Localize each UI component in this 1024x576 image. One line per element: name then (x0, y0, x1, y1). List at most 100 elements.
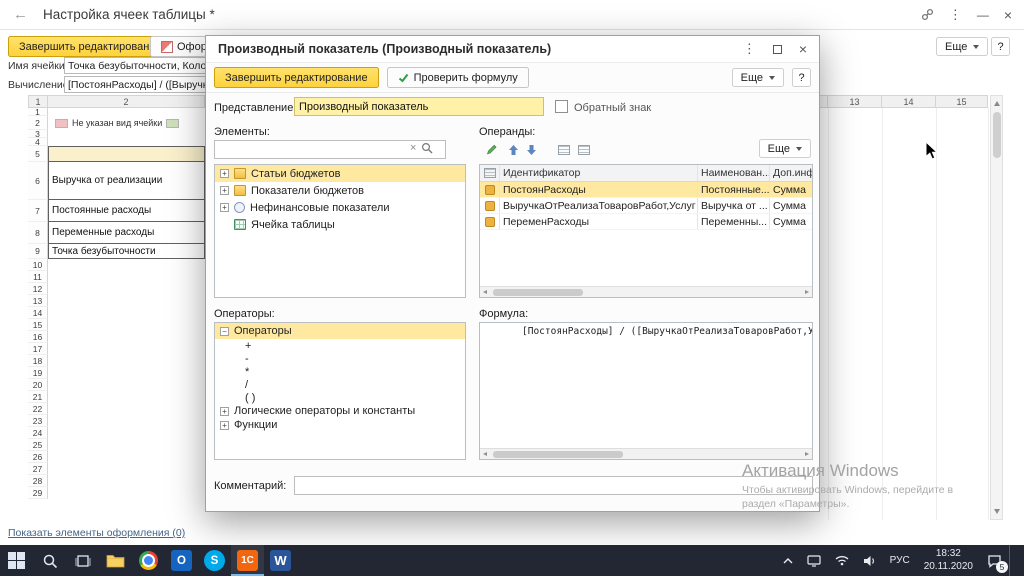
taskbar-skype-button[interactable]: S (198, 545, 231, 576)
col-header-15[interactable]: 15 (936, 95, 988, 108)
hscrollbar-thumb[interactable] (493, 289, 583, 296)
taskbar-explorer-button[interactable] (99, 545, 132, 576)
tree-item[interactable]: +Показатели бюджетов (215, 182, 465, 199)
grid-row-number[interactable]: 20 (28, 379, 48, 391)
expander-icon[interactable]: + (220, 186, 229, 195)
formula-text[interactable]: [ПостоянРасходы] / ([ВыручкаОтРеализаТов… (480, 323, 812, 337)
operand-row[interactable]: ПеременРасходыПеременны...Сумма (480, 214, 812, 230)
taskbar-1c-button[interactable]: 1С (231, 545, 264, 576)
grid-row-number[interactable]: 7 (28, 200, 48, 222)
show-format-elements-link[interactable]: Показать элементы оформления (0) (8, 527, 185, 539)
grid-cell[interactable] (48, 319, 205, 331)
start-button[interactable] (0, 545, 33, 576)
grid-cell[interactable] (48, 379, 205, 391)
dialog-close-icon[interactable]: × (799, 41, 807, 57)
operator-item[interactable]: / (215, 378, 465, 391)
operands-more-button[interactable]: Еще (759, 139, 811, 158)
grid-row-number[interactable]: 29 (28, 487, 48, 499)
operands-hscrollbar[interactable] (480, 286, 812, 297)
grid-row-number[interactable]: 22 (28, 403, 48, 415)
dialog-maximize-icon[interactable] (773, 45, 782, 54)
grid-cell[interactable] (48, 307, 205, 319)
dialog-finish-editing-button[interactable]: Завершить редактирование (214, 67, 379, 88)
tree-item[interactable]: +Нефинансовые показатели (215, 199, 465, 216)
grid-row-number[interactable]: 8 (28, 222, 48, 244)
scroll-right-icon[interactable] (801, 449, 812, 460)
operator-group[interactable]: +Логические операторы и константы (215, 404, 465, 418)
grid-cell[interactable] (48, 146, 205, 162)
grid-row-number[interactable]: 5 (28, 146, 48, 162)
dialog-more-button[interactable]: Еще (732, 68, 784, 87)
taskbar-chrome-button[interactable] (132, 545, 165, 576)
main-more-button[interactable]: Еще (936, 37, 988, 56)
tray-volume-button[interactable] (856, 545, 883, 576)
grid-row-number[interactable]: 14 (28, 307, 48, 319)
grid-row-number[interactable]: 12 (28, 283, 48, 295)
hscrollbar-thumb[interactable] (493, 451, 623, 458)
operator-item[interactable]: - (215, 352, 465, 365)
tree-item[interactable]: Ячейка таблицы (215, 216, 465, 233)
taskbar-search-button[interactable] (33, 545, 66, 576)
grid-cell[interactable] (48, 475, 205, 487)
tray-display-button[interactable] (800, 545, 828, 576)
grid-cell[interactable]: Переменные расходы (48, 222, 205, 244)
link-icon[interactable] (921, 8, 934, 21)
format-button[interactable]: Оформ (150, 36, 206, 57)
grid-cell[interactable] (48, 331, 205, 343)
action-center-button[interactable]: 5 (980, 545, 1009, 576)
grid-cell[interactable] (48, 283, 205, 295)
expander-icon[interactable]: + (220, 421, 229, 430)
scrollbar-thumb[interactable] (993, 112, 1001, 158)
grid-cell[interactable] (48, 138, 205, 146)
col-header-2[interactable]: 2 (48, 95, 205, 108)
grid-row-number[interactable]: 26 (28, 451, 48, 463)
grid-row-number[interactable]: 19 (28, 367, 48, 379)
check-formula-button[interactable]: Проверить формулу (387, 67, 529, 88)
clear-search-icon[interactable]: × (410, 142, 416, 154)
grid-cell[interactable]: Точка безубыточности (48, 244, 205, 259)
scroll-down-icon[interactable] (994, 509, 1000, 514)
grid-row-number[interactable]: 16 (28, 331, 48, 343)
grid-row-number[interactable]: 18 (28, 355, 48, 367)
scroll-left-icon[interactable] (480, 449, 491, 460)
grid-cell[interactable] (48, 367, 205, 379)
grid-cell[interactable] (48, 415, 205, 427)
search-icon[interactable] (421, 142, 433, 154)
grid-cell[interactable]: Не указан вид ячейки (48, 116, 205, 130)
expander-icon[interactable]: + (220, 407, 229, 416)
vertical-scrollbar[interactable] (990, 95, 1003, 520)
scroll-up-icon[interactable] (994, 101, 1000, 106)
show-desktop-button[interactable] (1009, 545, 1024, 576)
column-identifier[interactable]: Идентификатор (500, 165, 698, 181)
grid-cell[interactable] (48, 259, 205, 271)
move-down-button[interactable] (522, 140, 541, 159)
tray-network-button[interactable] (828, 545, 856, 576)
grid-cell[interactable]: Постоянные расходы (48, 200, 205, 222)
operator-group[interactable]: +Функции (215, 418, 465, 432)
grid-cell[interactable] (48, 295, 205, 307)
col-header-13[interactable]: 13 (828, 95, 882, 108)
dialog-help-button[interactable]: ? (792, 68, 811, 87)
grid-row-number[interactable]: 17 (28, 343, 48, 355)
grid-cell[interactable] (48, 487, 205, 499)
grid-row-number[interactable]: 11 (28, 271, 48, 283)
dialog-kebab-menu-icon[interactable]: ⋮ (743, 41, 756, 57)
column-info[interactable]: Доп.информаци (770, 165, 812, 181)
table-view-button[interactable] (574, 140, 593, 159)
grid-cell[interactable] (48, 463, 205, 475)
presentation-input[interactable] (294, 97, 544, 116)
operators-root[interactable]: −Операторы (215, 323, 465, 339)
tray-chevron-button[interactable] (776, 545, 800, 576)
grid-row-number[interactable]: 1 (28, 108, 48, 116)
move-up-button[interactable] (504, 140, 523, 159)
scroll-left-icon[interactable] (480, 287, 491, 298)
grid-row-number[interactable]: 27 (28, 463, 48, 475)
grid-cell[interactable] (48, 451, 205, 463)
list-view-button[interactable] (554, 140, 573, 159)
tree-item[interactable]: +Статьи бюджетов (215, 165, 465, 182)
main-help-button[interactable]: ? (991, 37, 1010, 56)
operator-item[interactable]: ( ) (215, 391, 465, 404)
grid-row-number[interactable]: 4 (28, 138, 48, 146)
grid-row-number[interactable]: 15 (28, 319, 48, 331)
grid-cell[interactable] (48, 130, 205, 138)
